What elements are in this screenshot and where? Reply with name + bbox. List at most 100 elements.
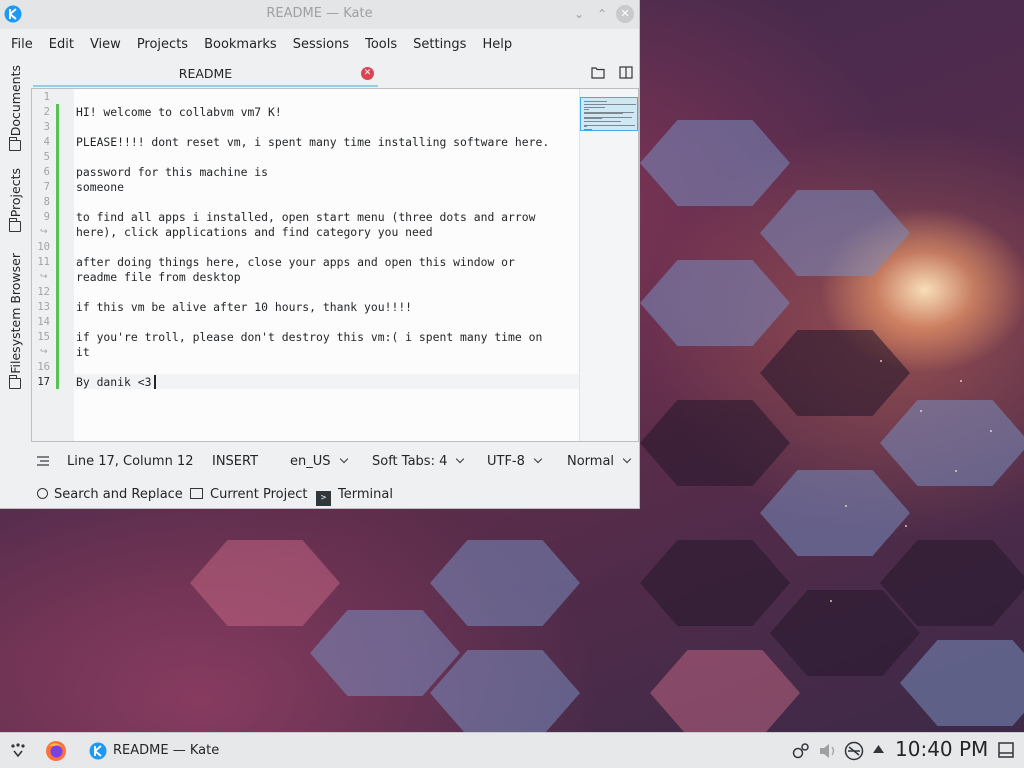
menu-sessions[interactable]: Sessions (285, 37, 357, 52)
window-title: README — Kate (266, 6, 373, 21)
line-number: 3 (43, 121, 50, 133)
line-number: 6 (43, 166, 50, 178)
status-bar: Line 17, Column 12 INSERT en_US Soft Tab… (31, 448, 639, 476)
show-desktop-icon[interactable] (998, 742, 1014, 758)
sidebar-tab-projects[interactable]: Projects (4, 168, 26, 233)
application-launcher-icon[interactable] (9, 742, 27, 760)
project-icon (8, 218, 21, 233)
input-mode[interactable]: INSERT (212, 454, 258, 469)
minimap-line (584, 118, 602, 120)
sidebar-tab-filesystem-browser[interactable]: Filesystem Browser (4, 253, 26, 389)
modified-lines-marker (56, 104, 59, 389)
minimize-icon[interactable]: ⌄ (570, 5, 588, 23)
wrap-indicator-icon: ↪ (40, 272, 48, 282)
line-number: 2 (43, 106, 50, 118)
line-number: 8 (43, 196, 50, 208)
minimap[interactable] (579, 89, 638, 441)
minimap-line (584, 103, 636, 105)
encoding-value: UTF-8 (487, 454, 525, 469)
side-panel: Documents Projects Filesystem Browser (0, 60, 30, 400)
terminal-button[interactable]: > Terminal (316, 487, 393, 506)
tool-label: Current Project (210, 487, 308, 502)
text-editor[interactable]: 1 2 3 4 5 6 7 8 9 ↪ 10 11 ↪ 12 13 14 15 ↪ 16 17 HI! welcome… (31, 88, 639, 442)
dictionary-value: en_US (290, 454, 331, 469)
wrap-indicator-icon: ↪ (40, 227, 48, 237)
line-number: 11 (37, 256, 50, 268)
editor-line: if you're troll, please don't destroy th… (76, 330, 543, 344)
wrap-indicator-icon: ↪ (40, 347, 48, 357)
split-view-icon[interactable] (619, 66, 633, 79)
menu-help[interactable]: Help (474, 37, 520, 52)
editor-line: PLEASE!!!! dont reset vm, i spent many t… (76, 135, 550, 149)
close-tab-icon[interactable]: ✕ (361, 67, 374, 80)
tool-label: Terminal (338, 487, 393, 502)
taskbar: README — Kate 10:40 PM (0, 732, 1024, 768)
line-number: 9 (43, 211, 50, 223)
editor-line: HI! welcome to collabvm vm7 K! (76, 105, 282, 119)
minimap-line (584, 121, 621, 123)
line-number: 14 (37, 316, 50, 328)
line-number: 15 (37, 331, 50, 343)
current-project-button[interactable]: Current Project (190, 487, 307, 502)
chevron-down-icon (533, 454, 543, 464)
editor-line: password for this machine is (76, 165, 269, 179)
encoding-selector[interactable]: UTF-8 (487, 454, 543, 469)
line-number: 17 (37, 376, 50, 388)
minimap-line (584, 113, 623, 115)
chevron-down-icon (456, 454, 465, 464)
menu-edit[interactable]: Edit (41, 37, 82, 52)
volume-icon[interactable] (818, 742, 838, 760)
sidebar-tab-label: Filesystem Browser (7, 253, 23, 374)
firefox-icon[interactable] (45, 740, 67, 762)
task-kate[interactable]: README — Kate (84, 735, 234, 767)
window-titlebar[interactable]: README — Kate ⌄ ⌃ ✕ (0, 0, 639, 29)
project-icon (190, 488, 203, 499)
dictionary-selector[interactable]: en_US (290, 454, 348, 469)
kate-window: README — Kate ⌄ ⌃ ✕ File Edit View Proje… (0, 0, 640, 509)
task-label: README — Kate (113, 743, 220, 758)
open-folder-icon[interactable] (591, 66, 605, 79)
minimap-line (584, 124, 635, 126)
menu-projects[interactable]: Projects (129, 37, 196, 52)
search-and-replace-button[interactable]: Search and Replace (37, 487, 183, 502)
device-notifier-icon[interactable] (792, 742, 810, 760)
line-number: 12 (37, 286, 50, 298)
sidebar-tab-label: Documents (7, 65, 23, 137)
line-number: 13 (37, 301, 50, 313)
maximize-icon[interactable]: ⌃ (593, 5, 611, 23)
menu-file[interactable]: File (3, 37, 41, 52)
line-number: 16 (37, 361, 50, 373)
minimap-line (584, 100, 607, 102)
editor-line: someone (76, 180, 125, 194)
clock[interactable]: 10:40 PM (895, 737, 988, 761)
sidebar-tab-documents[interactable]: Documents (4, 65, 26, 152)
bottom-tool-bar: Search and Replace Current Project > Term… (0, 480, 640, 508)
close-icon[interactable]: ✕ (616, 5, 634, 23)
menu-bookmarks[interactable]: Bookmarks (196, 37, 285, 52)
editor-line: if this vm be alive after 10 hours, than… (76, 300, 413, 314)
line-number: 10 (37, 241, 50, 253)
editor-line: here), click applications and find categ… (76, 225, 433, 239)
expand-tray-icon[interactable] (873, 745, 884, 753)
sidebar-tab-label: Projects (7, 168, 23, 218)
tab-label: README (178, 66, 233, 81)
text-cursor (154, 375, 156, 389)
editor-line: after doing things here, close your apps… (76, 255, 515, 269)
line-number: 5 (43, 151, 50, 163)
folder-icon (8, 374, 21, 389)
minimap-line (584, 126, 587, 128)
menu-settings[interactable]: Settings (405, 37, 474, 52)
menu-lines-icon[interactable] (37, 456, 49, 466)
syntax-mode-selector[interactable]: Normal (567, 454, 632, 469)
tab-readme[interactable]: README ✕ (33, 61, 378, 87)
minimap-line (584, 108, 590, 110)
editor-line: to find all apps i installed, open start… (76, 210, 536, 224)
indentation-selector[interactable]: Soft Tabs: 4 (372, 454, 465, 469)
kate-icon (89, 742, 107, 760)
network-icon[interactable] (844, 741, 864, 761)
cursor-position[interactable]: Line 17, Column 12 (67, 454, 194, 469)
minimap-line (584, 129, 593, 131)
menu-view[interactable]: View (82, 37, 129, 52)
indentation-value: Soft Tabs: 4 (372, 454, 448, 469)
menu-tools[interactable]: Tools (357, 37, 405, 52)
